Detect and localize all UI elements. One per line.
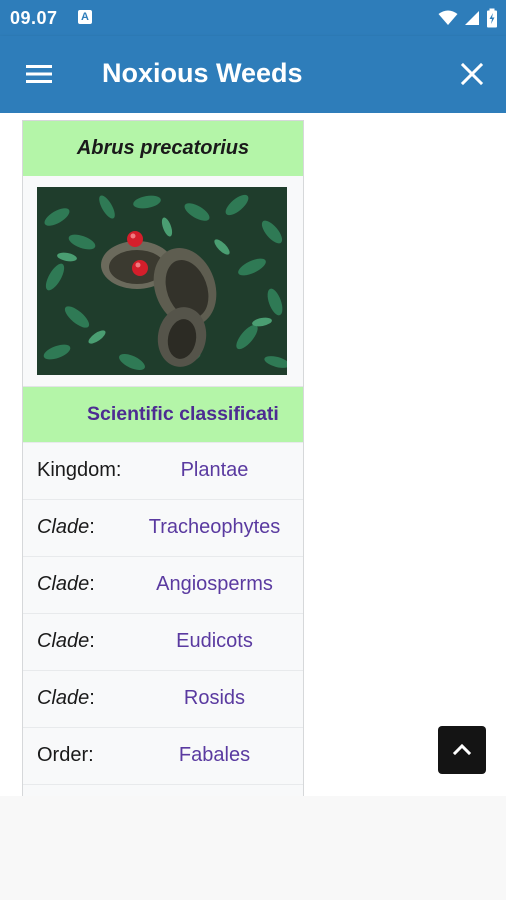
rank-label: Clade: xyxy=(37,516,95,539)
taxonomy-row: Kingdom: Plantae xyxy=(23,442,303,499)
scroll-to-top-button[interactable] xyxy=(438,726,486,774)
taxobox-title: Abrus precatorius xyxy=(23,121,303,176)
taxon-link[interactable]: Rosids xyxy=(137,687,292,710)
taxonomy-row: Clade: Angiosperms xyxy=(23,556,303,613)
taxonomy-row-partial xyxy=(23,784,303,796)
rank-label: Clade: xyxy=(37,687,95,710)
rank-label: Order: xyxy=(37,744,94,766)
wifi-icon xyxy=(438,10,458,25)
rank-label: Clade: xyxy=(37,630,95,653)
notification-icon: A xyxy=(78,10,92,24)
rank-label-suffix: : xyxy=(89,630,95,652)
taxobox-image-cell xyxy=(23,176,303,387)
taxon-link[interactable]: Fabales xyxy=(137,744,292,767)
status-icons xyxy=(438,6,498,30)
taxon-link[interactable]: Plantae xyxy=(137,459,292,482)
hamburger-icon xyxy=(26,65,52,83)
signal-icon xyxy=(465,11,479,25)
rank-label: Kingdom: xyxy=(37,459,122,481)
rank-label-text: Clade xyxy=(37,573,90,595)
taxon-link[interactable]: Tracheophytes xyxy=(137,516,292,539)
article-content[interactable]: Abrus precatorius Scientific classificat… xyxy=(0,113,506,796)
bottom-area xyxy=(0,796,506,900)
status-time: 09.07 xyxy=(10,8,58,28)
battery-icon xyxy=(487,8,497,28)
rank-label-text: Clade xyxy=(37,630,90,652)
rank-label-text: Clade xyxy=(37,687,90,709)
rank-label-text: Clade xyxy=(37,516,90,538)
rank-label-suffix: : xyxy=(89,687,95,709)
plant-image[interactable] xyxy=(37,187,287,375)
close-button[interactable] xyxy=(458,60,486,88)
taxobox: Abrus precatorius Scientific classificat… xyxy=(22,120,304,796)
rank-label-suffix: : xyxy=(89,573,95,595)
classification-header: Scientific classificati xyxy=(23,387,303,442)
page-title: Noxious Weeds xyxy=(102,58,303,88)
taxonomy-row: Order: Fabales xyxy=(23,727,303,784)
chevron-up-icon xyxy=(452,743,472,756)
taxonomy-row: Clade: Eudicots xyxy=(23,613,303,670)
taxonomy-row: Clade: Tracheophytes xyxy=(23,499,303,556)
rank-label-suffix: : xyxy=(89,516,95,538)
taxon-link[interactable]: Eudicots xyxy=(137,630,292,653)
rank-label: Clade: xyxy=(37,573,95,596)
taxon-link[interactable]: Angiosperms xyxy=(137,573,292,596)
menu-button[interactable] xyxy=(24,61,54,87)
app-bar: Noxious Weeds xyxy=(0,36,506,113)
close-icon xyxy=(460,62,484,86)
status-bar: 09.07 A xyxy=(0,0,506,36)
taxonomy-row: Clade: Rosids xyxy=(23,670,303,727)
